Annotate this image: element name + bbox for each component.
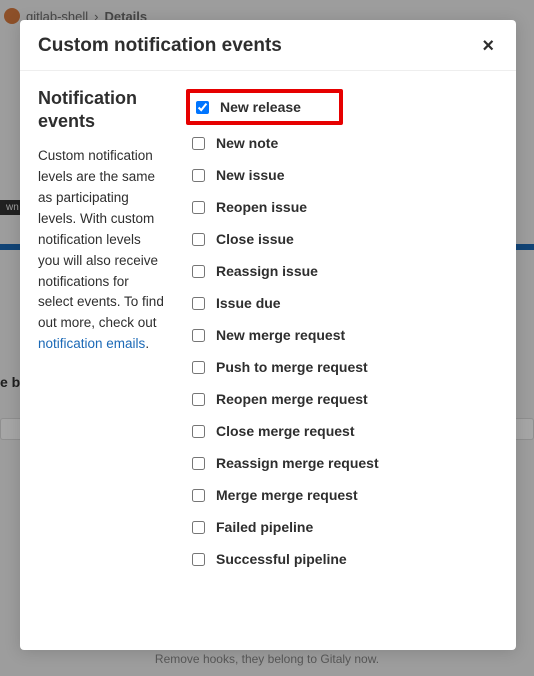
event-row[interactable]: Failed pipeline	[186, 511, 498, 543]
events-list: New release New note New issue Reopen issue…	[186, 87, 498, 634]
modal-sidebar: Notification events Custom notification …	[38, 87, 166, 634]
event-label: Reassign issue	[216, 263, 318, 279]
event-checkbox[interactable]	[192, 393, 205, 406]
event-label: Reassign merge request	[216, 455, 379, 471]
event-label: Reopen issue	[216, 199, 307, 215]
event-checkbox[interactable]	[192, 201, 205, 214]
modal-title: Custom notification events	[38, 35, 282, 57]
event-row[interactable]: Issue due	[186, 287, 498, 319]
event-label: Successful pipeline	[216, 551, 347, 567]
event-label: New note	[216, 135, 278, 151]
modal-body: Notification events Custom notification …	[20, 71, 516, 650]
event-row[interactable]: Push to merge request	[186, 351, 498, 383]
close-icon[interactable]: ×	[478, 34, 498, 58]
event-checkbox[interactable]	[192, 553, 205, 566]
event-checkbox[interactable]	[192, 169, 205, 182]
event-row[interactable]: New note	[186, 127, 498, 159]
event-checkbox[interactable]	[196, 101, 209, 114]
event-label: Close merge request	[216, 423, 355, 439]
event-row[interactable]: New merge request	[186, 319, 498, 351]
sidebar-heading: Notification events	[38, 87, 166, 132]
event-label: Reopen merge request	[216, 391, 368, 407]
event-row[interactable]: New release	[186, 89, 343, 125]
event-label: Failed pipeline	[216, 519, 313, 535]
event-label: Issue due	[216, 295, 281, 311]
event-label: Merge merge request	[216, 487, 358, 503]
event-label: New release	[220, 99, 301, 115]
event-row[interactable]: Reassign issue	[186, 255, 498, 287]
event-checkbox[interactable]	[192, 457, 205, 470]
sidebar-desc: Custom notification levels are the same …	[38, 146, 166, 355]
event-label: Push to merge request	[216, 359, 368, 375]
event-row[interactable]: New issue	[186, 159, 498, 191]
event-row[interactable]: Close merge request	[186, 415, 498, 447]
custom-notifications-modal: Custom notification events × Notificatio…	[20, 20, 516, 650]
sidebar-desc-post: .	[145, 336, 149, 351]
event-row[interactable]: Reopen issue	[186, 191, 498, 223]
event-checkbox[interactable]	[192, 361, 205, 374]
notification-emails-link[interactable]: notification emails	[38, 336, 145, 351]
event-checkbox[interactable]	[192, 137, 205, 150]
event-checkbox[interactable]	[192, 425, 205, 438]
event-row[interactable]: Close issue	[186, 223, 498, 255]
event-checkbox[interactable]	[192, 521, 205, 534]
event-row[interactable]: Successful pipeline	[186, 543, 498, 575]
event-label: Close issue	[216, 231, 294, 247]
event-row[interactable]: Reopen merge request	[186, 383, 498, 415]
event-checkbox[interactable]	[192, 297, 205, 310]
event-checkbox[interactable]	[192, 489, 205, 502]
modal-header: Custom notification events ×	[20, 20, 516, 71]
event-checkbox[interactable]	[192, 265, 205, 278]
event-label: New merge request	[216, 327, 345, 343]
event-row[interactable]: Merge merge request	[186, 479, 498, 511]
event-row[interactable]: Reassign merge request	[186, 447, 498, 479]
event-checkbox[interactable]	[192, 329, 205, 342]
event-checkbox[interactable]	[192, 233, 205, 246]
sidebar-desc-text: Custom notification levels are the same …	[38, 148, 164, 330]
event-label: New issue	[216, 167, 284, 183]
